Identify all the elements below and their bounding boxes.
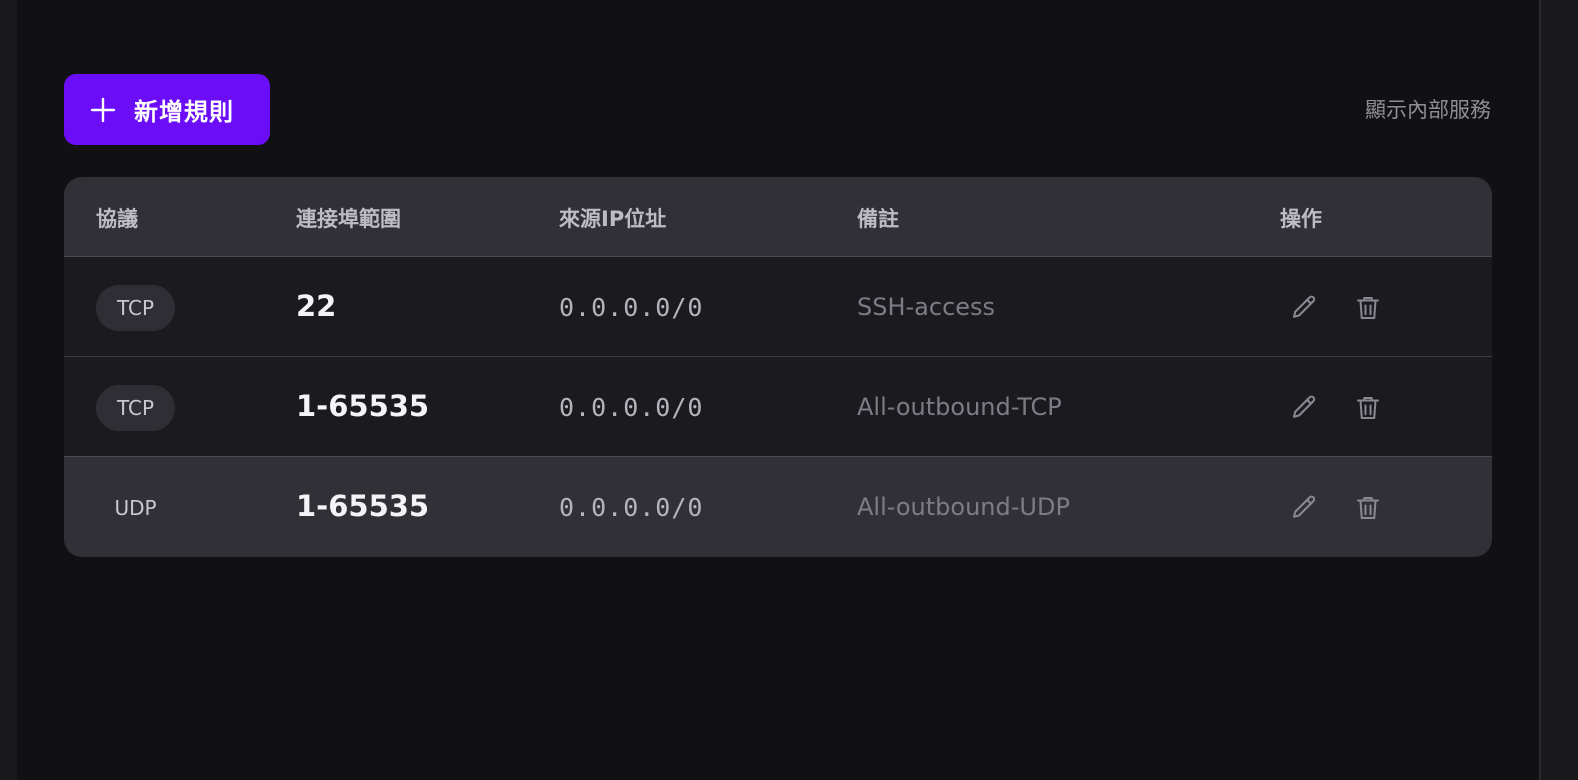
port-range: 22 <box>296 289 337 323</box>
table-row: UDP 1-65535 0.0.0.0/0 All-outbound-UDP <box>64 457 1492 557</box>
pencil-icon[interactable] <box>1289 393 1319 423</box>
protocol-badge: TCP <box>96 285 175 331</box>
trash-icon[interactable] <box>1353 393 1383 423</box>
app-frame: 新增規則 顯示內部服務 協議 連接埠範圍 來源IP位址 備註 操作 TCP 22… <box>0 0 1578 780</box>
add-rule-button[interactable]: 新增規則 <box>64 74 270 145</box>
port-range: 1-65535 <box>296 389 430 423</box>
trash-icon[interactable] <box>1353 293 1383 323</box>
rule-note: All-outbound-UDP <box>857 493 1070 521</box>
panel-divider <box>1539 0 1541 780</box>
column-header-actions: 操作 <box>1280 207 1322 231</box>
firewall-rules-table: 協議 連接埠範圍 來源IP位址 備註 操作 TCP 22 0.0.0.0/0 S… <box>64 177 1492 557</box>
column-header-source-ip: 來源IP位址 <box>559 207 667 231</box>
protocol-badge: TCP <box>96 385 175 431</box>
table-header: 協議 連接埠範圍 來源IP位址 備註 操作 <box>64 177 1492 257</box>
plus-icon <box>90 97 116 123</box>
show-internal-services-link[interactable]: 顯示內部服務 <box>1365 94 1491 124</box>
pencil-icon[interactable] <box>1289 493 1319 523</box>
protocol-badge: UDP <box>114 496 157 520</box>
source-ip: 0.0.0.0/0 <box>559 493 704 522</box>
column-header-protocol: 協議 <box>96 207 138 231</box>
table-row: TCP 22 0.0.0.0/0 SSH-access <box>64 257 1492 357</box>
add-rule-label: 新增規則 <box>134 98 234 126</box>
rule-note: All-outbound-TCP <box>857 393 1062 421</box>
column-header-note: 備註 <box>857 207 899 231</box>
table-row: TCP 1-65535 0.0.0.0/0 All-outbound-TCP <box>64 357 1492 457</box>
trash-icon[interactable] <box>1353 493 1383 523</box>
column-header-port-range: 連接埠範圍 <box>296 207 401 231</box>
pencil-icon[interactable] <box>1289 293 1319 323</box>
rule-note: SSH-access <box>857 293 996 321</box>
source-ip: 0.0.0.0/0 <box>559 393 704 422</box>
source-ip: 0.0.0.0/0 <box>559 293 704 322</box>
port-range: 1-65535 <box>296 489 430 523</box>
